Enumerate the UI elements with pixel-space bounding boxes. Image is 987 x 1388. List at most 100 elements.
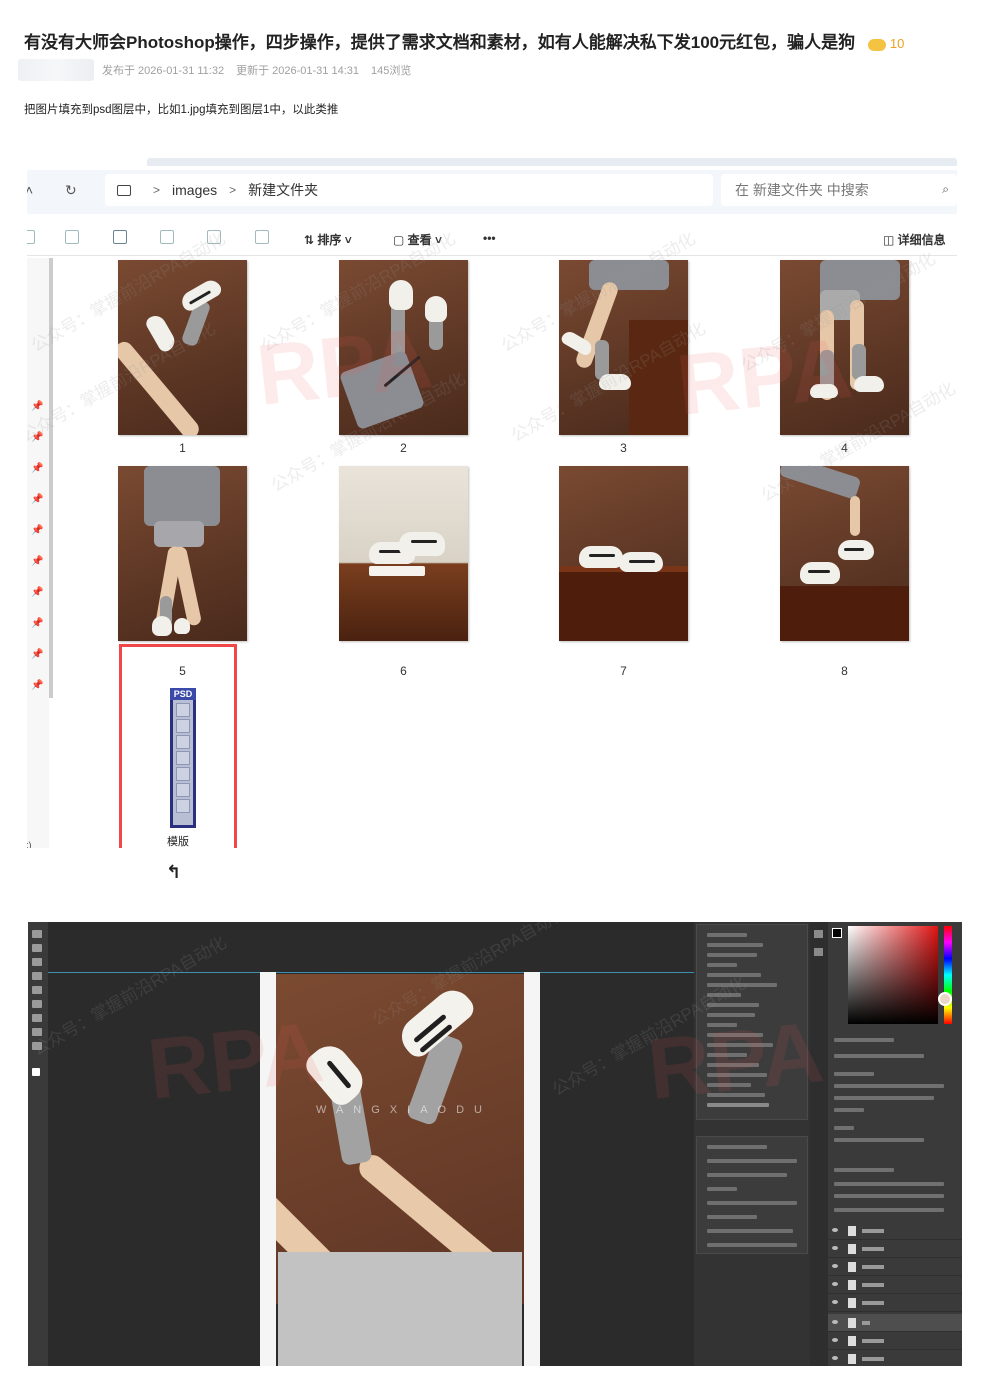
delete-icon[interactable] [255, 230, 269, 244]
character-panel[interactable] [696, 1136, 808, 1254]
file-thumbnail-6[interactable] [339, 466, 468, 641]
explorer-toolbar: ⇅ 排序 ˅ ▢ 查看 ˅ ••• ◫ 详细信息 [27, 222, 957, 256]
ps-color-layers-panel [828, 922, 962, 1366]
photoshop-screenshot: WANGXIAODU 公众号：掌握前沿RPA自动化 公众号：掌握前沿RPA自动化… [28, 922, 962, 1366]
view-button[interactable]: ▢ 查看 ˅ [393, 231, 442, 248]
coin-icon [867, 38, 886, 51]
publish-time: 发布于 2026-01-31 11:32 [102, 65, 225, 77]
file-thumbnail-1[interactable] [118, 260, 247, 435]
post-title: 有没有大师会Photoshop操作，四步操作，提供了需求文档和素材，如有人能解决… [24, 28, 964, 53]
post-description: 把图片填充到psd图层中，比如1.jpg填充到图层1中，以此类推 [24, 104, 339, 116]
more-button[interactable]: ••• [483, 231, 496, 245]
pin-icon[interactable]: 📌 [31, 525, 43, 536]
sort-button[interactable]: ⇅ 排序 ˅ [304, 231, 352, 248]
file-thumbnail-5[interactable] [118, 466, 247, 641]
details-button[interactable]: ◫ 详细信息 [883, 231, 946, 248]
details-label: 详细信息 [897, 233, 946, 247]
pin-icon[interactable]: 📌 [31, 494, 43, 505]
search-placeholder: 在 新建文件夹 中搜索 [735, 182, 869, 198]
hue-slider[interactable] [944, 926, 952, 1024]
eraser-tool-icon[interactable] [32, 1000, 42, 1008]
cursor-arrow-icon: ↰ [166, 862, 182, 882]
layer-row[interactable] [828, 1222, 962, 1240]
search-icon[interactable]: ⌕ [942, 182, 949, 197]
computer-icon [117, 184, 131, 196]
file-name-6[interactable]: 6 [339, 664, 468, 678]
file-name-2[interactable]: 2 [339, 441, 468, 455]
empty-layer-placeholder[interactable] [278, 1252, 522, 1366]
file-name-3[interactable]: 3 [559, 441, 688, 455]
address-row: ˄ ↻ > images > 新建文件夹 在 新建文件夹 中搜索 ⌕ [27, 170, 957, 214]
dock-icon[interactable] [814, 948, 823, 956]
nav-scrollbar[interactable] [49, 258, 53, 698]
pin-icon[interactable]: 📌 [31, 432, 43, 443]
dock-icon[interactable] [814, 930, 823, 938]
pin-icon[interactable]: 📌 [31, 556, 43, 567]
layer-row[interactable] [828, 1240, 962, 1258]
file-explorer-screenshot: ˄ ↻ > images > 新建文件夹 在 新建文件夹 中搜索 ⌕ ⇅ 排序 … [27, 158, 957, 848]
reward-amount: 10 [889, 36, 905, 51]
view-count: 145浏览 [371, 65, 412, 77]
highlight-box [119, 644, 237, 848]
search-input[interactable]: 在 新建文件夹 中搜索 ⌕ [721, 174, 957, 206]
sort-label: 排序 [317, 233, 342, 247]
pin-icon[interactable]: 📌 [31, 680, 43, 691]
chevron-right-icon: > [229, 183, 237, 197]
pin-icon[interactable]: 📌 [31, 649, 43, 660]
lasso-tool-icon[interactable] [32, 958, 42, 966]
post-meta: 发布于 2026-01-31 11:32 更新于 2026-01-31 14:3… [18, 58, 423, 82]
canvas-edge-right [524, 972, 540, 1366]
chevron-right-icon: > [153, 183, 161, 197]
rename-icon[interactable] [160, 230, 174, 244]
move-tool-icon[interactable] [32, 930, 42, 938]
crop-tool-icon[interactable] [32, 972, 42, 980]
guide-line [48, 972, 694, 973]
ps-panel-dock [810, 922, 828, 1366]
layer-row[interactable] [828, 1258, 962, 1276]
brush-tool-icon[interactable] [32, 986, 42, 994]
breadcrumb-new-folder[interactable]: 新建文件夹 [248, 180, 318, 200]
navigation-pane: 📌 📌 📌 📌 📌 📌 📌 📌 📌 📌 [27, 258, 49, 848]
pin-icon[interactable]: 📌 [31, 618, 43, 629]
copy-icon[interactable] [65, 230, 79, 244]
foreground-color-icon[interactable] [32, 1068, 40, 1076]
update-time: 更新于 2026-01-31 14:31 [236, 65, 360, 77]
file-thumbnail-4[interactable] [780, 260, 909, 435]
author-avatar-blurred[interactable] [18, 59, 94, 81]
layer-row[interactable] [828, 1350, 962, 1366]
file-thumbnail-2[interactable] [339, 260, 468, 435]
pen-tool-icon[interactable] [32, 1028, 42, 1036]
file-name-1[interactable]: 1 [118, 441, 247, 455]
file-thumbnail-7[interactable] [559, 466, 688, 641]
file-thumbnail-3[interactable] [559, 260, 688, 435]
post-title-text: 有没有大师会Photoshop操作，四步操作，提供了需求文档和素材，如有人能解决… [24, 33, 856, 52]
share-icon[interactable] [207, 230, 221, 244]
file-thumbnail-8[interactable] [780, 466, 909, 641]
view-label: 查看 [407, 233, 432, 247]
pin-icon[interactable]: 📌 [31, 401, 43, 412]
file-name-8[interactable]: 8 [780, 664, 909, 678]
refresh-icon[interactable]: ↻ [65, 182, 77, 199]
layer-row[interactable] [828, 1294, 962, 1312]
color-picker-field[interactable] [848, 926, 938, 1024]
up-arrow-icon[interactable]: ˄ [27, 182, 33, 198]
reward-badge: 10 [867, 36, 905, 51]
pin-icon[interactable]: 📌 [31, 463, 43, 474]
layer-row-selected[interactable] [828, 1314, 962, 1332]
status-mark: :) [27, 840, 32, 848]
layer-row[interactable] [828, 1276, 962, 1294]
text-tool-icon[interactable] [32, 1014, 42, 1022]
cut-icon[interactable] [27, 230, 35, 244]
breadcrumb-images[interactable]: images [172, 182, 217, 198]
pin-icon[interactable]: 📌 [31, 587, 43, 598]
tab-strip [147, 158, 957, 166]
history-list[interactable] [696, 924, 808, 1120]
file-name-7[interactable]: 7 [559, 664, 688, 678]
marquee-tool-icon[interactable] [32, 944, 42, 952]
zoom-tool-icon[interactable] [32, 1042, 42, 1050]
layer-row[interactable] [828, 1332, 962, 1350]
address-bar[interactable]: > images > 新建文件夹 [105, 174, 713, 206]
fg-color-swatch[interactable] [832, 928, 842, 938]
file-name-4[interactable]: 4 [780, 441, 909, 455]
paste-icon[interactable] [113, 230, 127, 244]
